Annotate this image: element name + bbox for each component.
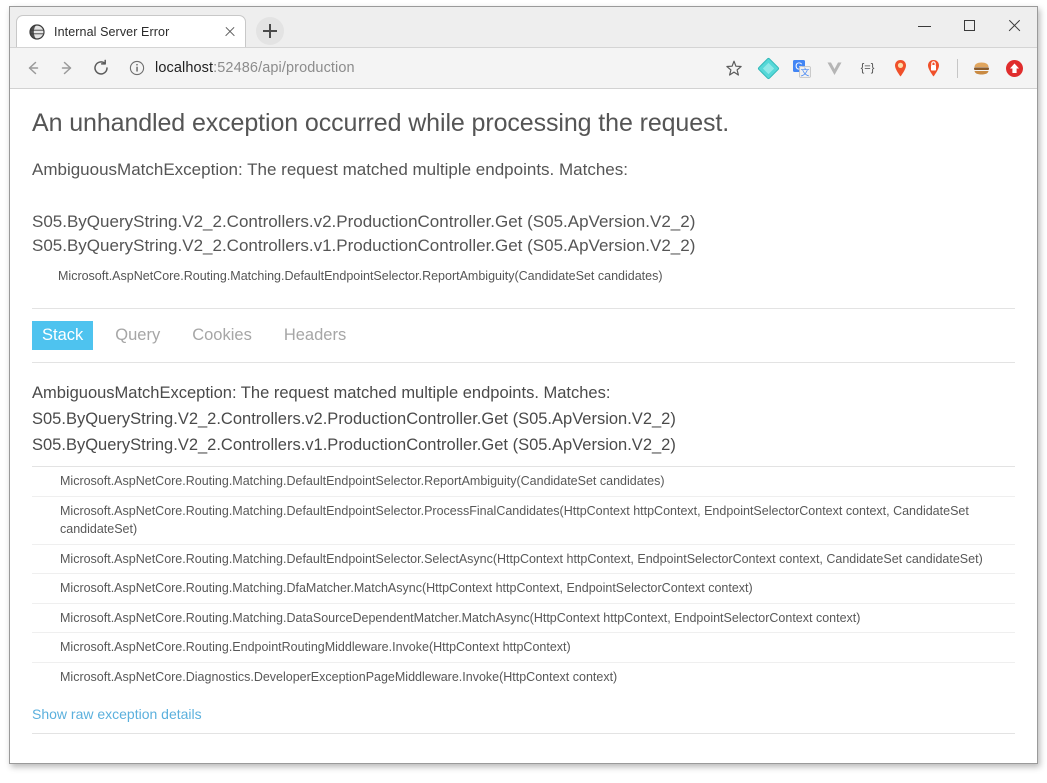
match-line: S05.ByQueryString.V2_2.Controllers.v1.Pr… bbox=[32, 236, 696, 256]
browser-toolbar: localhost:52486/api/production G 文 {=} bbox=[10, 48, 1037, 89]
error-page: An unhandled exception occurred while pr… bbox=[10, 89, 1037, 735]
match-line: S05.ByQueryString.V2_2.Controllers.v2.Pr… bbox=[32, 211, 696, 231]
divider-below-raw-link bbox=[32, 733, 1015, 735]
extension-icons: G 文 {=} bbox=[716, 55, 1031, 82]
stack-summary: AmbiguousMatchException: The request mat… bbox=[32, 363, 1015, 467]
hamburger-extension-icon[interactable] bbox=[968, 55, 995, 82]
stack-frame: Microsoft.AspNetCore.Diagnostics.Develop… bbox=[32, 661, 1015, 692]
tab-cookies[interactable]: Cookies bbox=[182, 321, 262, 350]
tab-stack[interactable]: Stack bbox=[32, 320, 94, 350]
tab-query[interactable]: Query bbox=[105, 321, 170, 350]
globe-icon bbox=[29, 23, 45, 40]
address-host: localhost bbox=[155, 60, 214, 76]
back-arrow-icon[interactable] bbox=[18, 53, 48, 83]
stack-frame: Microsoft.AspNetCore.Routing.Matching.De… bbox=[32, 495, 1015, 544]
tab-headers[interactable]: Headers bbox=[274, 321, 356, 350]
screen: Internal Server Error localhost:52486/ap… bbox=[0, 0, 1047, 783]
address-bar[interactable]: localhost:52486/api/production bbox=[128, 54, 710, 82]
tab-strip: Internal Server Error bbox=[10, 7, 902, 47]
google-translate-icon[interactable]: G 文 bbox=[788, 55, 815, 82]
lock-extension-icon[interactable] bbox=[920, 55, 947, 82]
close-window-button[interactable] bbox=[992, 11, 1037, 41]
new-tab-button[interactable] bbox=[256, 17, 284, 45]
browser-window: Internal Server Error localhost:52486/ap… bbox=[9, 6, 1038, 764]
forward-arrow-icon[interactable] bbox=[52, 53, 82, 83]
title-bar: Internal Server Error bbox=[10, 7, 1037, 48]
stack-summary-line: S05.ByQueryString.V2_2.Controllers.v1.Pr… bbox=[32, 435, 676, 454]
svg-text:文: 文 bbox=[800, 66, 809, 77]
page-title: An unhandled exception occurred while pr… bbox=[32, 109, 730, 137]
stack-frame: Microsoft.AspNetCore.Routing.Matching.De… bbox=[32, 466, 1015, 496]
info-circle-icon[interactable] bbox=[128, 59, 146, 77]
stack-frames-list: Microsoft.AspNetCore.Routing.Matching.De… bbox=[32, 466, 1015, 691]
browser-tab[interactable]: Internal Server Error bbox=[16, 15, 246, 47]
top-stack-frame: Microsoft.AspNetCore.Routing.Matching.De… bbox=[58, 269, 663, 284]
upload-arrow-icon[interactable] bbox=[1001, 55, 1028, 82]
window-controls bbox=[902, 7, 1037, 45]
maximize-button[interactable] bbox=[947, 11, 992, 41]
stack-frame: Microsoft.AspNetCore.Routing.Matching.Da… bbox=[32, 602, 1015, 633]
close-tab-icon[interactable] bbox=[221, 23, 239, 41]
stack-frame: Microsoft.AspNetCore.Routing.Matching.Df… bbox=[32, 573, 1015, 603]
page-viewport: An unhandled exception occurred while pr… bbox=[10, 89, 1037, 763]
exception-summary: AmbiguousMatchException: The request mat… bbox=[32, 159, 628, 179]
bookmark-star-icon[interactable] bbox=[719, 55, 749, 82]
vimium-extension-icon[interactable] bbox=[821, 55, 848, 82]
stack-summary-line: AmbiguousMatchException: The request mat… bbox=[32, 383, 611, 402]
address-path: :52486/api/production bbox=[213, 60, 355, 76]
toolbar-divider bbox=[957, 58, 958, 78]
location-pin-icon[interactable] bbox=[887, 55, 914, 82]
minimize-button[interactable] bbox=[902, 11, 947, 41]
address-url: localhost:52486/api/production bbox=[155, 60, 355, 76]
stack-frame: Microsoft.AspNetCore.Routing.EndpointRou… bbox=[32, 632, 1015, 662]
diamond-extension-icon[interactable] bbox=[755, 55, 782, 82]
exception-matches: S05.ByQueryString.V2_2.Controllers.v2.Pr… bbox=[32, 210, 1015, 260]
stack-summary-line: S05.ByQueryString.V2_2.Controllers.v2.Pr… bbox=[32, 409, 676, 428]
regex-extension-icon[interactable]: {=} bbox=[854, 55, 881, 82]
tab-title: Internal Server Error bbox=[54, 24, 170, 39]
show-raw-exception-details-link[interactable]: Show raw exception details bbox=[32, 706, 202, 722]
stack-frame: Microsoft.AspNetCore.Routing.Matching.De… bbox=[32, 543, 1015, 574]
reload-icon[interactable] bbox=[86, 53, 116, 83]
error-tabs: Stack Query Cookies Headers bbox=[32, 309, 1015, 362]
